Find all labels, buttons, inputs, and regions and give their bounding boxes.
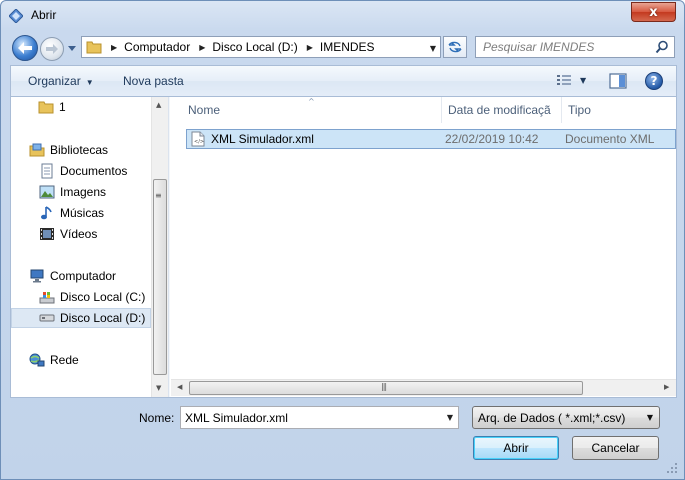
- file-type-filter[interactable]: Arq. de Dados ( *.xml;*.csv) ▼: [472, 406, 660, 429]
- help-icon[interactable]: ?: [645, 72, 663, 90]
- file-name-label: Nome:: [139, 411, 175, 425]
- nav-item-rede[interactable]: Rede: [29, 350, 169, 370]
- column-header-type[interactable]: Tipo: [562, 97, 676, 123]
- nav-item-label: Músicas: [60, 206, 105, 220]
- nav-item-label: 1: [59, 100, 66, 114]
- nav-item-label: Computador: [50, 269, 117, 283]
- back-button[interactable]: [12, 35, 38, 61]
- nav-item-label: Bibliotecas: [50, 143, 109, 157]
- nav-scrollbar[interactable]: ▲ ≡ ▼: [151, 97, 168, 397]
- file-list-hscrollbar[interactable]: ◀ ||| ▶: [171, 379, 676, 396]
- organize-label: Organizar: [28, 74, 81, 88]
- network-icon: [29, 352, 45, 368]
- chevron-down-icon: ▼: [85, 78, 94, 87]
- close-icon: x: [649, 4, 658, 20]
- open-file-dialog: Abrir x ▶ Computador ▶ Disco Local (D:) …: [0, 0, 685, 480]
- column-header-date[interactable]: Data de modificaçã: [442, 97, 562, 123]
- title-bar: Abrir x: [1, 1, 684, 31]
- svg-text:</>: </>: [194, 139, 204, 145]
- file-name: XML Simulador.xml: [211, 132, 314, 146]
- nav-item-label: Disco Local (C:): [60, 290, 146, 304]
- breadcrumb-separator-icon[interactable]: ▶: [307, 43, 313, 52]
- arrow-left-icon: [18, 42, 32, 54]
- file-list: ^ Nome Data de modificaçã Tipo </> XML S…: [171, 97, 676, 397]
- pane-splitter[interactable]: [168, 97, 170, 397]
- chevron-down-icon: ▼: [580, 75, 587, 85]
- breadcrumb-imendes[interactable]: IMENDES: [320, 40, 375, 54]
- computer-icon: [29, 268, 45, 284]
- navigation-row: ▶ Computador ▶ Disco Local (D:) ▶ IMENDE…: [1, 31, 684, 65]
- file-name-input[interactable]: [181, 407, 436, 428]
- nav-item-disco-d[interactable]: Disco Local (D:): [11, 308, 151, 328]
- scroll-up-icon[interactable]: ▲: [156, 101, 161, 109]
- browser-area: 1 Bibliotecas Documentos Imagens Músicas…: [10, 96, 677, 398]
- new-folder-button[interactable]: Nova pasta: [123, 74, 184, 88]
- breadcrumb-disco-d[interactable]: Disco Local (D:): [212, 40, 297, 54]
- address-bar[interactable]: ▶ Computador ▶ Disco Local (D:) ▶ IMENDE…: [81, 36, 441, 58]
- libraries-icon: [29, 142, 45, 158]
- command-bar: Organizar ▼ Nova pasta ▼ ?: [10, 65, 677, 96]
- address-dropdown-icon[interactable]: ▼: [430, 44, 436, 53]
- chevron-down-icon: ▼: [646, 413, 653, 422]
- search-box[interactable]: [475, 36, 675, 58]
- history-dropdown-icon[interactable]: [67, 43, 77, 53]
- folder-icon: [38, 99, 54, 115]
- grip-icon: ≡: [155, 191, 162, 200]
- navigation-pane: 1 Bibliotecas Documentos Imagens Músicas…: [11, 97, 168, 397]
- refresh-button[interactable]: [443, 36, 467, 58]
- file-type-filter-value: Arq. de Dados ( *.xml;*.csv): [478, 410, 626, 425]
- nav-item-label: Vídeos: [60, 227, 98, 241]
- table-row[interactable]: </> XML Simulador.xml 22/02/2019 10:42 D…: [186, 129, 676, 149]
- forward-button[interactable]: [40, 37, 64, 61]
- details-view-icon: [557, 75, 571, 85]
- breadcrumb-separator-icon[interactable]: ▶: [111, 43, 117, 52]
- file-name-combo[interactable]: ▼: [180, 406, 459, 429]
- breadcrumb-computador[interactable]: Computador: [124, 40, 190, 54]
- nav-item-computador[interactable]: Computador: [29, 266, 169, 286]
- music-icon: [39, 205, 55, 221]
- grip-icon: |||: [381, 382, 387, 391]
- chevron-down-icon[interactable]: ▼: [447, 413, 453, 422]
- close-button[interactable]: x: [631, 2, 676, 22]
- scroll-left-icon[interactable]: ◀: [177, 383, 182, 391]
- breadcrumb-separator-icon[interactable]: ▶: [199, 43, 205, 52]
- search-input[interactable]: [476, 37, 646, 57]
- system-drive-icon: [39, 289, 55, 305]
- file-date: 22/02/2019 10:42: [445, 132, 539, 146]
- nav-item-label: Rede: [50, 353, 79, 367]
- arrow-right-icon: [46, 44, 58, 54]
- documents-icon: [39, 163, 55, 179]
- cancel-button[interactable]: Cancelar: [572, 436, 659, 460]
- change-view-button[interactable]: ▼: [556, 73, 586, 87]
- nav-item-label: Imagens: [60, 185, 107, 199]
- file-type: Documento XML: [565, 132, 655, 146]
- scroll-thumb[interactable]: [153, 179, 167, 375]
- window-title: Abrir: [31, 8, 57, 22]
- app-icon: [9, 9, 23, 23]
- scroll-down-icon[interactable]: ▼: [156, 384, 161, 392]
- nav-item-bibliotecas[interactable]: Bibliotecas: [29, 140, 169, 160]
- scroll-right-icon[interactable]: ▶: [664, 383, 669, 391]
- drive-icon: [39, 310, 55, 326]
- breadcrumb: ▶ Computador ▶ Disco Local (D:) ▶ IMENDE…: [102, 40, 375, 54]
- pictures-icon: [39, 184, 55, 200]
- nav-item-label: Documentos: [60, 164, 128, 178]
- preview-pane-icon[interactable]: [609, 73, 627, 89]
- column-header-name[interactable]: Nome: [182, 97, 442, 123]
- nav-item-label: Disco Local (D:): [60, 311, 146, 325]
- resize-grip-icon[interactable]: [665, 461, 679, 475]
- xml-file-icon: </>: [191, 131, 205, 147]
- search-icon[interactable]: [655, 40, 669, 54]
- open-button[interactable]: Abrir: [473, 436, 559, 460]
- videos-icon: [39, 226, 55, 242]
- folder-icon: [86, 41, 102, 54]
- organize-menu[interactable]: Organizar ▼: [28, 74, 94, 88]
- refresh-icon: [448, 41, 462, 53]
